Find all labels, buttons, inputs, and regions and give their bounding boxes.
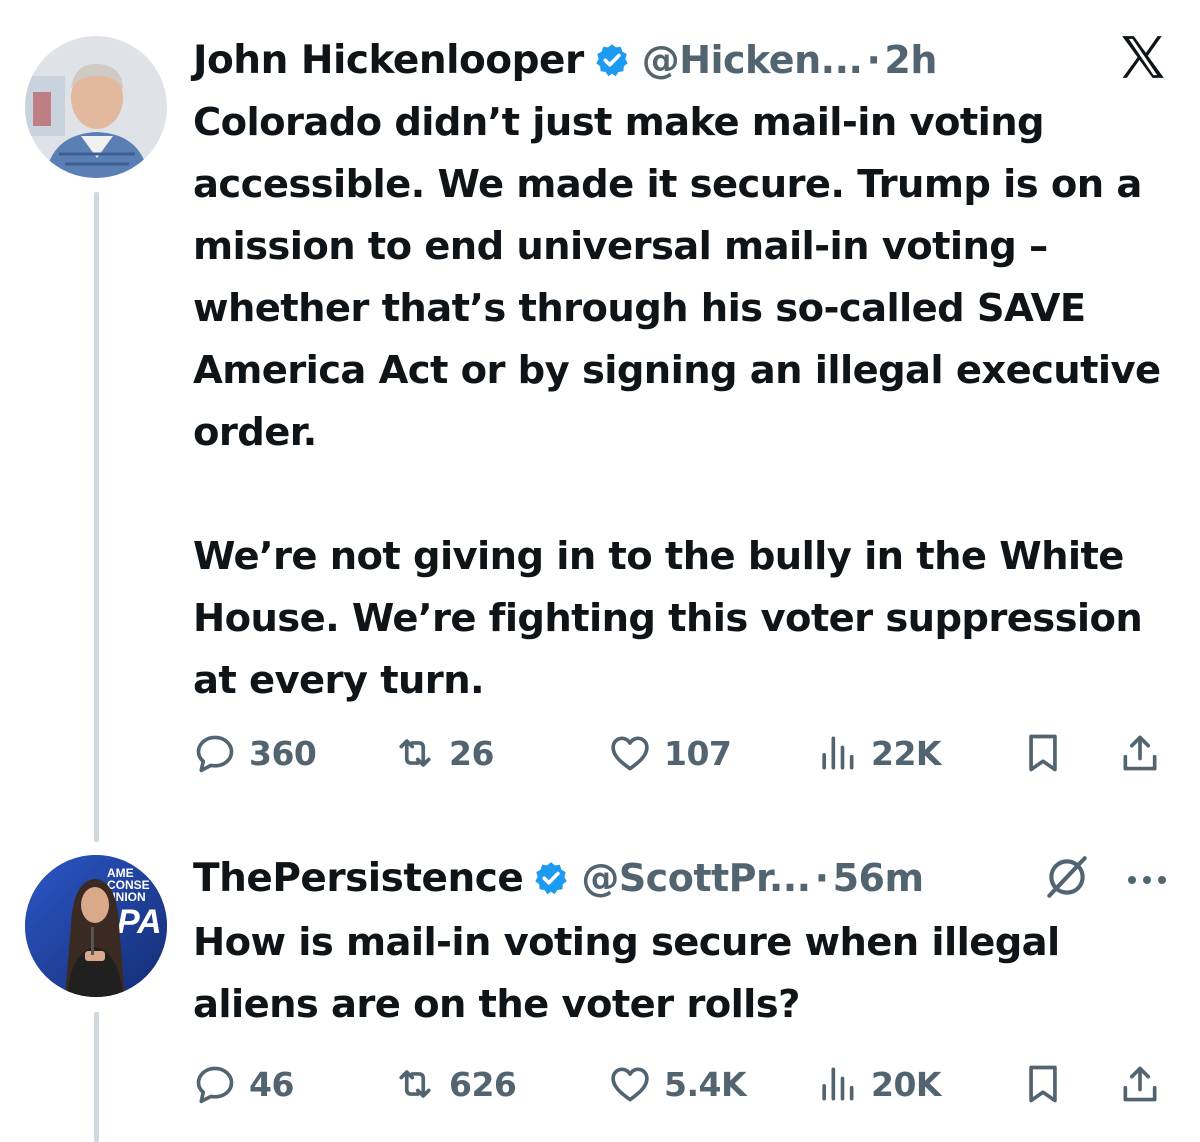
repost-button[interactable]: 626 — [393, 1059, 517, 1109]
bookmark-button[interactable] — [1021, 1059, 1065, 1109]
tweet-paragraph: How is mail-in voting secure when illega… — [193, 920, 1060, 1027]
separator-dot: · — [814, 856, 829, 900]
tweet-paragraph: We’re not giving in to the bully in the … — [193, 534, 1143, 703]
reply-button[interactable]: 46 — [193, 1059, 294, 1109]
tweet-paragraph: Colorado didn’t just make mail-in voting… — [193, 100, 1161, 455]
share-button[interactable] — [1118, 1059, 1162, 1109]
reply-count: 46 — [249, 1064, 294, 1104]
repost-icon — [399, 739, 431, 767]
reply-button[interactable]: 360 — [193, 728, 317, 778]
repost-count: 626 — [449, 1064, 517, 1104]
tweet-header: ThePersistence @ScottPr... · 56m — [193, 853, 924, 903]
reply-count: 360 — [249, 733, 317, 773]
author-name[interactable]: John Hickenlooper — [193, 38, 584, 83]
views-icon — [822, 1067, 854, 1101]
reply-icon — [196, 735, 234, 773]
views-count: 20K — [871, 1064, 942, 1104]
x-logo-icon — [1122, 36, 1164, 78]
repost-button[interactable]: 26 — [393, 728, 494, 778]
tweet-actions: 360 26 107 22K — [193, 728, 1173, 778]
bookmark-icon — [1029, 1065, 1057, 1103]
author-handle[interactable]: @Hicken... — [642, 38, 863, 82]
author-name[interactable]: ThePersistence — [193, 856, 524, 901]
repost-count: 26 — [449, 733, 494, 773]
thread-line — [94, 1012, 99, 1142]
tweet-actions: 46 626 5.4K 20K — [193, 1059, 1173, 1109]
like-button[interactable]: 107 — [608, 728, 732, 778]
like-count: 107 — [664, 733, 732, 773]
verified-badge-icon — [535, 862, 568, 895]
bookmark-button[interactable] — [1021, 728, 1065, 778]
repost-icon — [399, 1070, 431, 1098]
grok-icon[interactable] — [1042, 852, 1092, 902]
avatar-logo-text: PA — [117, 903, 162, 941]
verified-badge-icon — [595, 44, 628, 77]
avatar[interactable] — [25, 36, 167, 178]
views-button[interactable]: 20K — [815, 1059, 942, 1109]
like-button[interactable]: 5.4K — [608, 1059, 747, 1109]
share-icon — [1123, 1066, 1157, 1102]
share-button[interactable] — [1118, 728, 1162, 778]
views-button[interactable]: 22K — [815, 728, 942, 778]
like-count: 5.4K — [664, 1064, 747, 1104]
timestamp[interactable]: 56m — [833, 856, 924, 900]
author-handle[interactable]: @ScottPr... — [581, 856, 811, 900]
like-icon — [611, 736, 649, 771]
tweet-text: How is mail-in voting secure when illega… — [193, 912, 1163, 1036]
thread-line — [94, 192, 99, 842]
avatar[interactable]: AME CONSE UNION PA — [25, 855, 167, 997]
tweet-text: Colorado didn’t just make mail-in voting… — [193, 92, 1163, 712]
share-icon — [1123, 735, 1157, 771]
reply-icon — [196, 1066, 234, 1104]
tweet-header: John Hickenlooper @Hicken... · 2h — [193, 35, 937, 85]
separator-dot: · — [866, 38, 881, 82]
bookmark-icon — [1029, 734, 1057, 772]
timestamp[interactable]: 2h — [884, 38, 937, 82]
more-icon[interactable] — [1122, 860, 1172, 900]
views-count: 22K — [871, 733, 942, 773]
like-icon — [611, 1067, 649, 1102]
views-icon — [822, 736, 854, 770]
